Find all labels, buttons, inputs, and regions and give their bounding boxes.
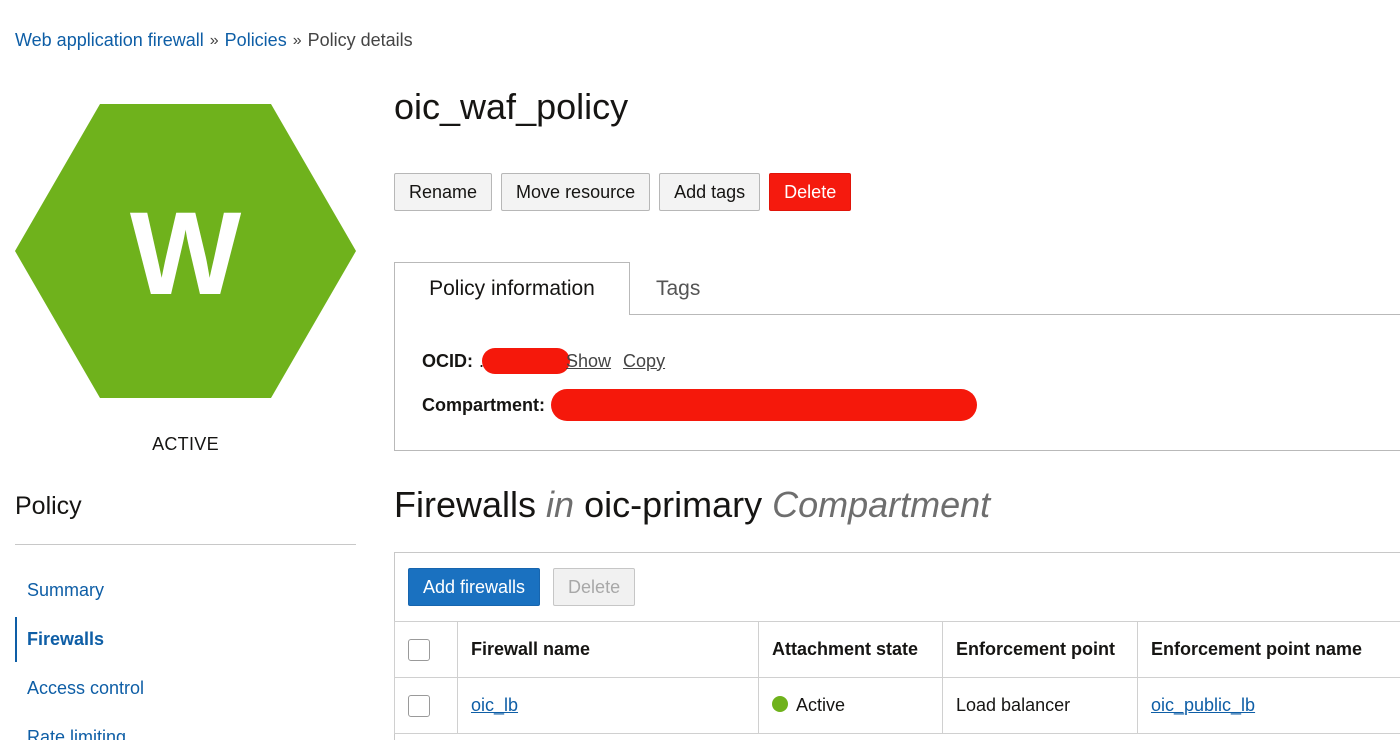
firewall-name-cell: oic_lb [457,677,759,734]
nav-item-firewalls[interactable]: Firewalls [15,615,356,664]
row-checkbox[interactable] [408,694,430,717]
select-all-cell [394,621,458,678]
breadcrumb-separator: » [292,31,302,49]
delete-button[interactable]: Delete [769,173,852,211]
ocid-label: OCID: [422,350,473,371]
section-title-in: in [546,484,575,525]
column-header-firewall-name[interactable]: Firewall name [457,621,759,678]
ocid-copy-link[interactable]: Copy [623,351,665,372]
tab-tags[interactable]: Tags [656,262,700,315]
firewalls-panel: Add firewalls Delete Firewall name Attac… [394,552,1400,740]
ocid-row: OCID: . Show Copy [422,348,665,374]
action-toolbar: Rename Move resource Add tags Delete [394,173,852,211]
delete-firewalls-button: Delete [553,568,636,606]
left-nav: Summary Firewalls Access control Rate li… [15,566,356,740]
enforcement-point-cell: Load balancer [942,677,1138,734]
section-compartment-name: oic-primary [584,484,763,525]
column-header-attachment-state[interactable]: Attachment state [758,621,943,678]
tab-policy-information[interactable]: Policy information [394,262,630,315]
row-select-cell [394,677,458,734]
hexagon-letter: W [130,188,242,320]
policy-info-panel: OCID: . Show Copy Compartment: [394,314,1400,451]
firewalls-section-title: Firewalls in oic-primary Compartment [394,484,990,526]
attachment-state-cell: Active [758,677,943,734]
details-tabs: Policy information Tags OCID: . Show Cop… [394,262,1400,451]
breadcrumb-link-waf[interactable]: Web application firewall [15,30,204,51]
active-status-dot-icon [772,696,788,713]
compartment-row: Compartment: [422,389,978,421]
waf-policy-hexagon-icon: W [15,104,356,398]
firewalls-table: Firewall name Attachment state Enforceme… [394,621,1400,734]
add-firewalls-button[interactable]: Add firewalls [408,568,541,606]
nav-divider [15,544,356,545]
section-title-main: Firewalls [394,484,537,525]
breadcrumb-link-policies[interactable]: Policies [225,30,287,51]
nav-item-rate-limiting[interactable]: Rate limiting [15,713,356,740]
nav-item-summary[interactable]: Summary [15,566,356,615]
compartment-redaction [551,389,978,421]
firewalls-toolbar: Add firewalls Delete [408,568,636,606]
table-header-row: Firewall name Attachment state Enforceme… [394,621,1400,678]
ocid-show-link[interactable]: Show [566,351,611,372]
compartment-label: Compartment: [422,394,546,415]
breadcrumb-separator: » [209,31,219,49]
attachment-state-text: Active [796,695,846,715]
breadcrumb: Web application firewall » Policies » Po… [15,30,413,51]
ocid-redaction [482,348,571,374]
page-title: oic_waf_policy [394,86,629,127]
nav-title: Policy [15,492,82,520]
enforcement-point-name-link[interactable]: oic_public_lb [1151,695,1255,715]
select-all-checkbox[interactable] [408,638,430,661]
breadcrumb-current: Policy details [307,30,413,50]
table-row: oic_lb Active Load balancer oic_public_l… [394,677,1400,734]
column-header-enforcement-point-name[interactable]: Enforcement point name [1137,621,1400,678]
add-tags-button[interactable]: Add tags [659,173,761,211]
rename-button[interactable]: Rename [394,173,493,211]
move-resource-button[interactable]: Move resource [501,173,651,211]
enforcement-point-name-cell: oic_public_lb [1137,677,1400,734]
nav-item-access-control[interactable]: Access control [15,664,356,713]
firewall-name-link[interactable]: oic_lb [471,695,518,715]
status-label: ACTIVE [152,434,219,454]
column-header-enforcement-point[interactable]: Enforcement point [942,621,1138,678]
section-title-suffix: Compartment [772,484,991,525]
